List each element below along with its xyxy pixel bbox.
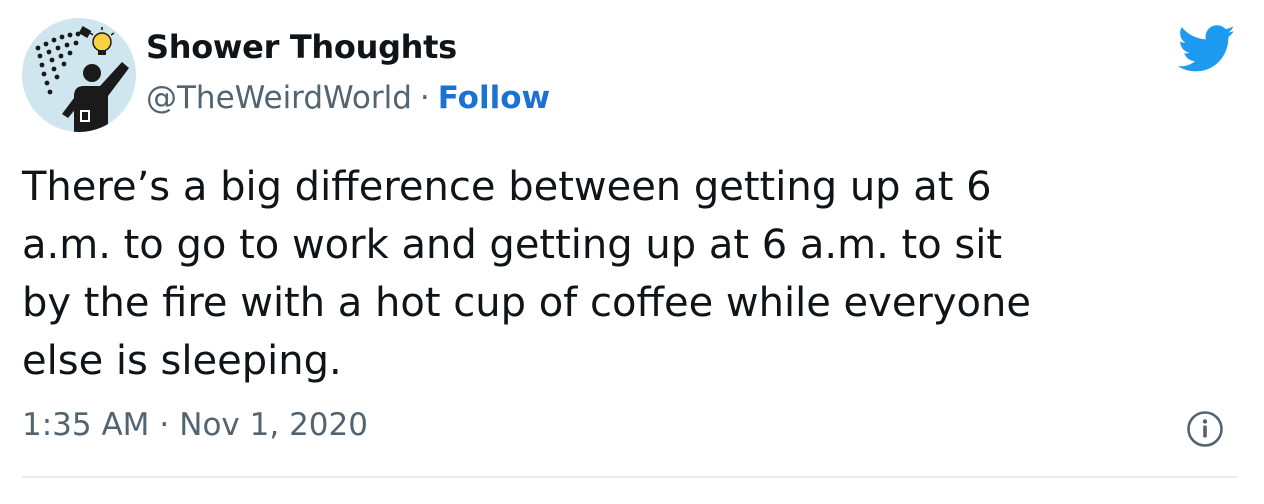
tweet-date: Nov 1, 2020 (179, 407, 368, 443)
tweet-time: 1:35 AM (22, 407, 150, 443)
divider (22, 476, 1237, 478)
tweet-card: Shower Thoughts @TheWeirdWorld · Follow Th… (0, 0, 1264, 504)
follow-button[interactable]: Follow (438, 80, 550, 116)
display-name[interactable]: Shower Thoughts (146, 28, 457, 66)
avatar[interactable] (22, 18, 136, 132)
separator-dot: · (159, 407, 170, 443)
timestamp[interactable]: 1:35 AM · Nov 1, 2020 (22, 407, 368, 443)
tweet-text: There’s a big difference between getting… (22, 164, 1031, 384)
user-handle[interactable]: @TheWeirdWorld (146, 80, 412, 116)
shower-lightbulb-avatar-icon (35, 26, 129, 132)
twitter-bird-icon[interactable] (1178, 25, 1236, 73)
info-icon[interactable] (1186, 410, 1224, 448)
separator-dot: · (419, 80, 430, 116)
handle-line: @TheWeirdWorld · Follow (146, 80, 550, 116)
